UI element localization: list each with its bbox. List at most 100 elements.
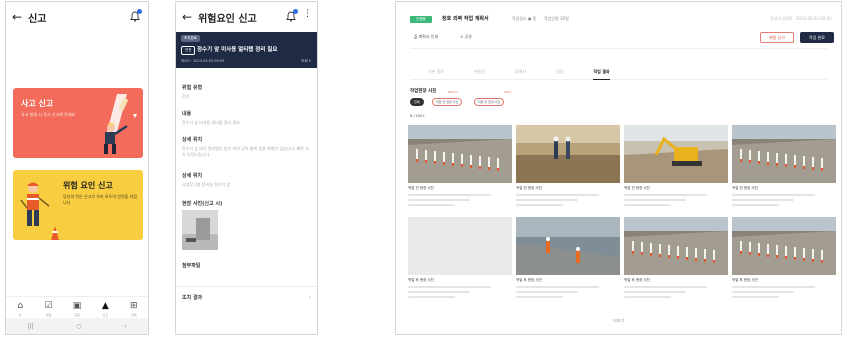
print-plan-button[interactable]: ⎙ 계획서 인쇄 bbox=[414, 34, 438, 40]
placeholder-line bbox=[516, 286, 600, 288]
system-nav-bar: ||| ○ ‹ bbox=[6, 318, 148, 334]
photo-card[interactable]: 작업 전 현장 사진 bbox=[732, 125, 836, 215]
placeholder-line bbox=[624, 199, 687, 201]
card-subtitle: 당신의 작은 신고가 우리 모두의 안전을 지킵니다 bbox=[63, 194, 137, 205]
placeholder-line bbox=[732, 194, 816, 196]
photo-image bbox=[408, 217, 512, 275]
photo-count: 8 / 200+ bbox=[410, 114, 426, 118]
placeholder-line bbox=[408, 291, 471, 293]
system-back-icon[interactable]: ‹ bbox=[124, 323, 126, 330]
field-value: 정수기 앞 바닥 멀티탭이 방치 되어 있어 물에 젖을 위험이 있습니다. 빠… bbox=[182, 146, 309, 157]
back-arrow-icon[interactable]: ← bbox=[182, 10, 192, 24]
card-title: 위험 요인 신고 bbox=[63, 181, 113, 190]
photo-card[interactable]: 작업 전 현장 사진 bbox=[624, 125, 728, 215]
photo-card[interactable]: 작업 전 현장 사진 bbox=[408, 125, 512, 215]
filter-all[interactable]: 전체 bbox=[410, 98, 424, 106]
tab-report[interactable]: ▲ 신고 bbox=[94, 301, 116, 317]
report-home-screen: ← 신고 사고 신고 사고 발생 시 즉시 신고해 주세요 위험 요인 신고 당… bbox=[5, 1, 149, 335]
tab-checklist[interactable]: ☑ 점검 bbox=[38, 301, 60, 317]
work-headcount: 작업인원 10명 bbox=[544, 16, 569, 21]
field-detail: 상세 위치 정수기 앞 바닥 멀티탭이 방치 되어 있어 물에 젖을 위험이 있… bbox=[182, 136, 311, 158]
chevron-right-icon: › bbox=[308, 294, 311, 301]
tab-risk[interactable]: 위험성 bbox=[474, 68, 485, 79]
tab-inspection[interactable]: 점검 bbox=[556, 68, 563, 79]
photo-image bbox=[732, 217, 836, 275]
photo-card[interactable]: 작업 후 현장 사진 bbox=[732, 217, 836, 307]
divider bbox=[410, 48, 827, 49]
placeholder-line bbox=[732, 199, 795, 201]
page-title: 위험요인 신고 bbox=[198, 13, 257, 25]
status-badge: 조치완료 bbox=[181, 35, 200, 42]
placeholder-line bbox=[732, 286, 816, 288]
photo-image bbox=[516, 125, 620, 183]
photo-title: 작업 후 현장 사진 bbox=[516, 278, 542, 282]
load-more-button[interactable]: 더보기 bbox=[396, 318, 841, 324]
placeholder-line bbox=[408, 286, 492, 288]
photo-title: 작업 전 현장 사진 bbox=[516, 186, 542, 190]
back-arrow-icon[interactable]: ← bbox=[12, 10, 22, 24]
photo-image bbox=[624, 125, 728, 183]
tab-work-result[interactable]: 작업 결과 bbox=[593, 68, 610, 80]
photo-card[interactable]: 작업 후 현장 사진 bbox=[624, 217, 728, 307]
tab-participants[interactable]: 참여자 bbox=[515, 68, 526, 79]
report-headline: 정수기 앞 미사용 멀티탭 정리 필요 bbox=[197, 47, 278, 53]
field-value: 사업장 2층 탕비실 정수기 앞 bbox=[182, 182, 231, 187]
work-location: 작업장소 ● 동 bbox=[512, 16, 537, 21]
tab-home[interactable]: ⌂ 홈 bbox=[9, 301, 31, 317]
worker-fall-illustration bbox=[104, 94, 137, 154]
placeholder-line bbox=[516, 194, 600, 196]
attachment-section: 첨부파일 bbox=[182, 262, 311, 269]
button-label: 계획서 인쇄 bbox=[418, 34, 439, 39]
field-label: 상세 위치 bbox=[182, 137, 203, 143]
notification-dot bbox=[293, 9, 298, 14]
placeholder-line bbox=[624, 296, 671, 298]
photo-title: 작업 전 현장 사진 bbox=[624, 186, 650, 190]
placeholder-line bbox=[408, 204, 455, 206]
field-label: 첨부파일 bbox=[182, 263, 201, 269]
notification-bell-icon[interactable] bbox=[130, 9, 142, 22]
site-photo-thumbnail[interactable] bbox=[182, 210, 218, 250]
card-subtitle: 사고 발생 시 즉시 신고해 주세요 bbox=[21, 112, 76, 117]
card-title: 사고 신고 bbox=[21, 99, 54, 108]
field-label: 위험 유형 bbox=[182, 85, 203, 91]
annotation-after: After bbox=[504, 90, 512, 94]
recent-apps-icon[interactable]: ||| bbox=[27, 323, 33, 330]
photo-title: 작업 후 현장 사진 bbox=[624, 278, 650, 282]
filter-after-photos[interactable]: 작업 후 현장 사진 bbox=[474, 98, 505, 106]
photo-title: 작업 후 현장 사진 bbox=[732, 278, 758, 282]
photo-image bbox=[732, 125, 836, 183]
more-vertical-icon[interactable]: ⋮ bbox=[303, 10, 312, 19]
checklist-icon: ☑ bbox=[44, 301, 53, 311]
divider bbox=[176, 286, 317, 287]
tab-document[interactable]: ▣ 교육 bbox=[66, 301, 88, 317]
created-date: 2023.04.03 09:05 bbox=[796, 16, 832, 21]
complete-work-button[interactable]: 작업 완료 bbox=[800, 32, 834, 43]
tab-label: 신고 bbox=[102, 313, 109, 317]
tab-menu[interactable]: ⊞ 전체 bbox=[123, 301, 145, 317]
photo-card[interactable]: 작업 전 현장 사진 bbox=[516, 125, 620, 215]
menu-grid-icon: ⊞ bbox=[129, 301, 138, 311]
placeholder-line bbox=[408, 296, 455, 298]
page-title: 신고 bbox=[28, 13, 47, 25]
tab-bar: 기본 정보 위험성 참여자 점검 작업 결과 bbox=[410, 68, 827, 80]
home-circle-icon[interactable]: ○ bbox=[76, 323, 81, 330]
worker-cone-illustration bbox=[20, 182, 59, 240]
placeholder-line bbox=[516, 199, 579, 201]
notification-bell-icon[interactable] bbox=[286, 9, 298, 22]
accident-report-card[interactable]: 사고 신고 사고 발생 시 즉시 신고해 주세요 bbox=[13, 88, 143, 158]
button-label: 공유 bbox=[464, 34, 473, 39]
placeholder-line bbox=[516, 291, 579, 293]
tab-basic-info[interactable]: 기본 정보 bbox=[428, 68, 444, 79]
action-result-row[interactable]: 조치 결과 › bbox=[182, 294, 311, 301]
annotation-before: Before bbox=[448, 90, 458, 94]
photo-card[interactable]: 작업 후 현장 사진 bbox=[408, 217, 512, 307]
photo-card[interactable]: 작업 후 현장 사진 bbox=[516, 217, 620, 307]
placeholder-line bbox=[732, 291, 795, 293]
filter-before-photos[interactable]: 작업 전 현장 사진 bbox=[432, 98, 463, 106]
share-button[interactable]: ⊙ 공유 bbox=[460, 34, 472, 40]
hazard-report-card[interactable]: 위험 요인 신고 당신의 작은 신고가 우리 모두의 안전을 지킵니다 bbox=[13, 170, 143, 240]
photo-image bbox=[624, 217, 728, 275]
hazard-report-button[interactable]: 위험 신고 bbox=[760, 32, 794, 43]
field-value: 전기 bbox=[182, 94, 190, 99]
placeholder-line bbox=[732, 204, 779, 206]
